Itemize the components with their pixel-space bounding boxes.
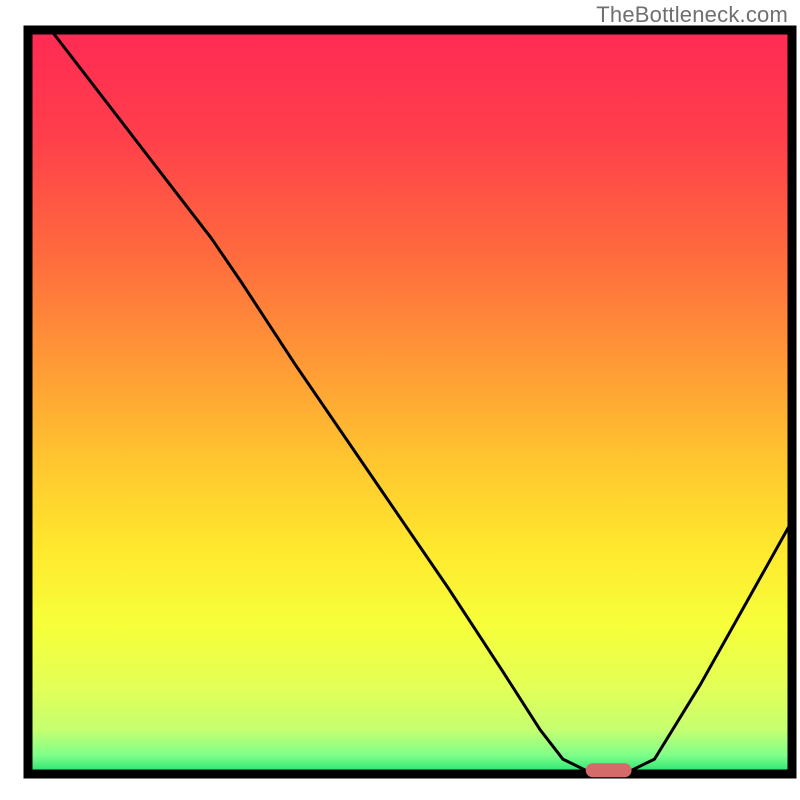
chart-svg [0,0,800,800]
watermark-text: TheBottleneck.com [596,2,788,28]
gradient-background [28,30,792,774]
optimal-marker [586,763,632,777]
chart-container: TheBottleneck.com [0,0,800,800]
